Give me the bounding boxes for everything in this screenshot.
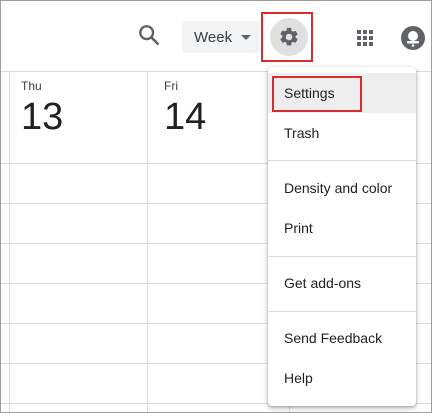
menu-item-label: Density and color (284, 180, 393, 196)
menu-divider (268, 256, 416, 257)
day-number: 14 (164, 96, 207, 138)
menu-item-density-and-color[interactable]: Density and color (268, 168, 416, 208)
gear-icon (280, 27, 298, 46)
menu-item-get-add-ons[interactable]: Get add-ons (268, 263, 416, 303)
menu-item-send-feedback[interactable]: Send Feedback (268, 318, 416, 358)
grid-divider (9, 71, 10, 412)
search-button[interactable] (135, 21, 163, 49)
menu-item-label: Settings (284, 85, 335, 101)
grid-divider (147, 71, 148, 412)
top-toolbar: Week (1, 1, 431, 72)
menu-item-settings[interactable]: Settings (268, 73, 416, 113)
day-name: Fri (164, 79, 178, 93)
account-avatar-icon (407, 31, 419, 47)
caret-down-icon (241, 35, 251, 40)
apps-grid-icon (357, 30, 373, 46)
view-selector[interactable]: Week (182, 21, 260, 53)
day-header-thu[interactable]: Thu 13 (21, 79, 63, 139)
menu-item-help[interactable]: Help (268, 358, 416, 398)
search-icon (139, 25, 160, 46)
menu-item-label: Help (284, 370, 313, 386)
menu-divider (268, 160, 416, 161)
menu-item-label: Get add-ons (284, 275, 362, 291)
settings-dropdown-menu: Settings Trash Density and color Print G… (268, 67, 416, 406)
menu-item-label: Print (284, 220, 313, 236)
menu-item-print[interactable]: Print (268, 208, 416, 248)
apps-button[interactable] (355, 28, 375, 48)
menu-item-trash[interactable]: Trash (268, 113, 416, 153)
settings-menu-button[interactable] (270, 18, 308, 56)
account-avatar[interactable] (401, 26, 425, 50)
day-header-fri[interactable]: Fri 14 (164, 79, 206, 139)
menu-divider (268, 311, 416, 312)
day-name: Thu (21, 79, 42, 93)
menu-item-label: Send Feedback (284, 330, 383, 346)
menu-item-label: Trash (284, 125, 320, 141)
view-selector-label: Week (194, 28, 233, 46)
day-number: 13 (21, 96, 64, 138)
calendar-window: Week Thu 13 Fri 14 Settings Trash Densit… (0, 0, 432, 413)
